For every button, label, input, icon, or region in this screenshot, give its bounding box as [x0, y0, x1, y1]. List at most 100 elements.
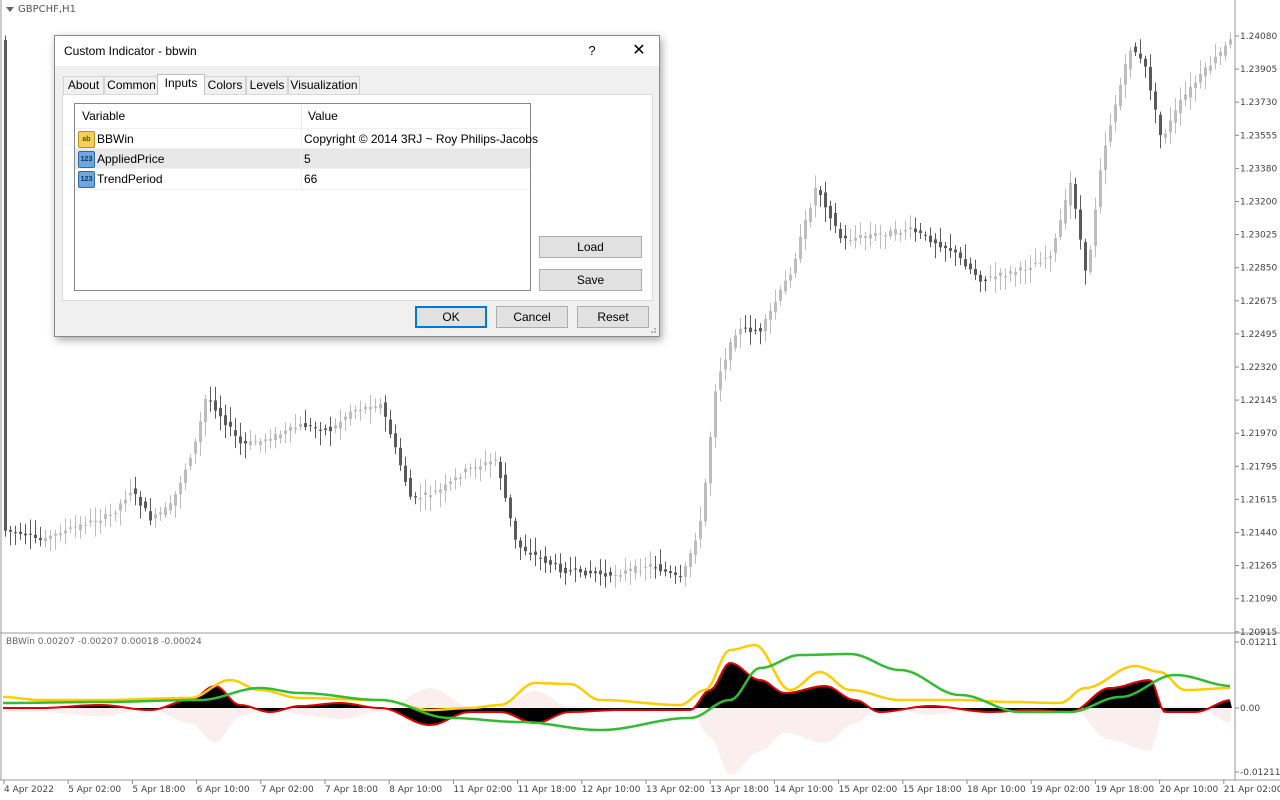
symbol-text: GBPCHF,H1 — [18, 4, 76, 15]
candle-body — [1004, 275, 1007, 278]
price-tick-label: 1.22495 — [1240, 330, 1277, 340]
candle-body — [1134, 46, 1137, 53]
candle-body — [1014, 272, 1017, 276]
input-row-trendperiod[interactable]: 123 TrendPeriod 66 — [75, 168, 530, 190]
candle-body — [879, 233, 882, 235]
reset-button[interactable]: Reset — [577, 306, 649, 328]
row-separator — [301, 169, 302, 189]
candle-body — [859, 234, 862, 239]
candle-body — [329, 426, 332, 432]
price-tick-label: 1.23555 — [1240, 131, 1277, 141]
candle-body — [674, 572, 677, 576]
header-separator[interactable] — [301, 104, 302, 128]
candle-body — [564, 567, 567, 574]
close-button[interactable]: ✕ — [619, 36, 659, 66]
candle-body — [554, 563, 557, 565]
candle-body — [1159, 114, 1162, 136]
variable-column-header[interactable]: Variable — [82, 104, 125, 128]
candle-body — [1079, 209, 1082, 240]
candle-body — [1219, 51, 1222, 56]
load-button[interactable]: Load — [539, 236, 642, 258]
candle-body — [974, 268, 977, 275]
input-value[interactable]: 5 — [304, 152, 311, 166]
candle-body — [394, 433, 397, 448]
input-name: TrendPeriod — [97, 172, 163, 186]
candle-body — [399, 447, 402, 466]
cancel-button[interactable]: Cancel — [496, 306, 568, 328]
candle-body — [614, 574, 617, 576]
candle-body — [299, 423, 302, 428]
candle-body — [44, 537, 47, 542]
candle-body — [364, 406, 367, 410]
candle-body — [559, 563, 562, 573]
candle-body — [149, 511, 152, 521]
candle-body — [1074, 183, 1077, 209]
candle-body — [799, 236, 802, 260]
candle-body — [814, 187, 817, 206]
price-tick-label: 1.22320 — [1240, 363, 1277, 373]
time-tick-label: 19 Apr 18:00 — [1095, 785, 1154, 795]
candle-body — [909, 227, 912, 230]
candle-body — [1229, 39, 1232, 45]
dialog-titlebar[interactable]: Custom Indicator - bbwin ? ✕ — [55, 36, 659, 66]
value-column-header[interactable]: Value — [308, 104, 338, 128]
resize-grip-icon[interactable] — [647, 324, 657, 334]
candle-body — [534, 551, 537, 555]
input-row-appliedprice[interactable]: 123 AppliedPrice 5 — [75, 148, 530, 169]
row-separator — [301, 129, 302, 149]
candle-body — [834, 212, 837, 226]
candle-body — [839, 228, 842, 239]
candle-body — [239, 436, 242, 444]
candle-body — [864, 236, 867, 239]
chart-menu-triangle-icon[interactable] — [6, 6, 14, 12]
candle-body — [284, 430, 287, 434]
tab-about[interactable]: About — [63, 76, 104, 94]
input-row-bbwin[interactable]: ab BBWin Copyright © 2014 3RJ ~ Roy Phil… — [75, 128, 538, 149]
candle-body — [914, 228, 917, 233]
custom-indicator-dialog[interactable]: Custom Indicator - bbwin ? ✕ About Commo… — [54, 35, 660, 337]
tab-inputs[interactable]: Inputs — [157, 74, 205, 95]
candle-body — [884, 235, 887, 237]
candle-body — [739, 328, 742, 335]
candle-body — [49, 535, 52, 539]
candle-body — [199, 421, 202, 443]
candle-body — [429, 495, 432, 498]
candle-body — [324, 428, 327, 430]
candle-body — [304, 423, 307, 428]
candle-body — [89, 520, 92, 523]
tab-levels[interactable]: Levels — [246, 76, 288, 94]
candle-body — [659, 564, 662, 572]
candle-body — [899, 232, 902, 235]
candle-body — [84, 525, 87, 527]
candle-body — [124, 499, 127, 504]
candle-body — [139, 496, 142, 506]
candle-body — [514, 520, 517, 540]
save-button[interactable]: Save — [539, 269, 642, 291]
candle-body — [619, 575, 622, 577]
candle-body — [629, 568, 632, 571]
candle-body — [1094, 209, 1097, 247]
candle-body — [1119, 85, 1122, 107]
candle-body — [669, 571, 672, 574]
inputs-grid[interactable]: Variable Value ab BBWin Copyright © 2014… — [74, 103, 538, 291]
candle-body — [179, 483, 182, 495]
tab-common[interactable]: Common — [104, 76, 159, 94]
candle-body — [709, 436, 712, 484]
candle-body — [984, 279, 987, 281]
candle-body — [929, 235, 932, 243]
price-tick-label: 1.23200 — [1240, 198, 1277, 208]
candle-body — [1084, 242, 1087, 271]
candle-body — [869, 234, 872, 239]
tab-visualization[interactable]: Visualization — [288, 76, 360, 94]
tab-colors[interactable]: Colors — [204, 76, 246, 94]
candle-body — [489, 461, 492, 465]
candle-body — [1029, 267, 1032, 271]
ok-button[interactable]: OK — [415, 306, 487, 328]
input-value[interactable]: Copyright © 2014 3RJ ~ Roy Philips-Jacob… — [304, 132, 538, 146]
help-button[interactable]: ? — [577, 36, 607, 66]
candle-body — [719, 371, 722, 390]
candle-body — [189, 457, 192, 467]
candle-body — [119, 503, 122, 511]
candle-body — [759, 327, 762, 332]
input-value[interactable]: 66 — [304, 172, 317, 186]
